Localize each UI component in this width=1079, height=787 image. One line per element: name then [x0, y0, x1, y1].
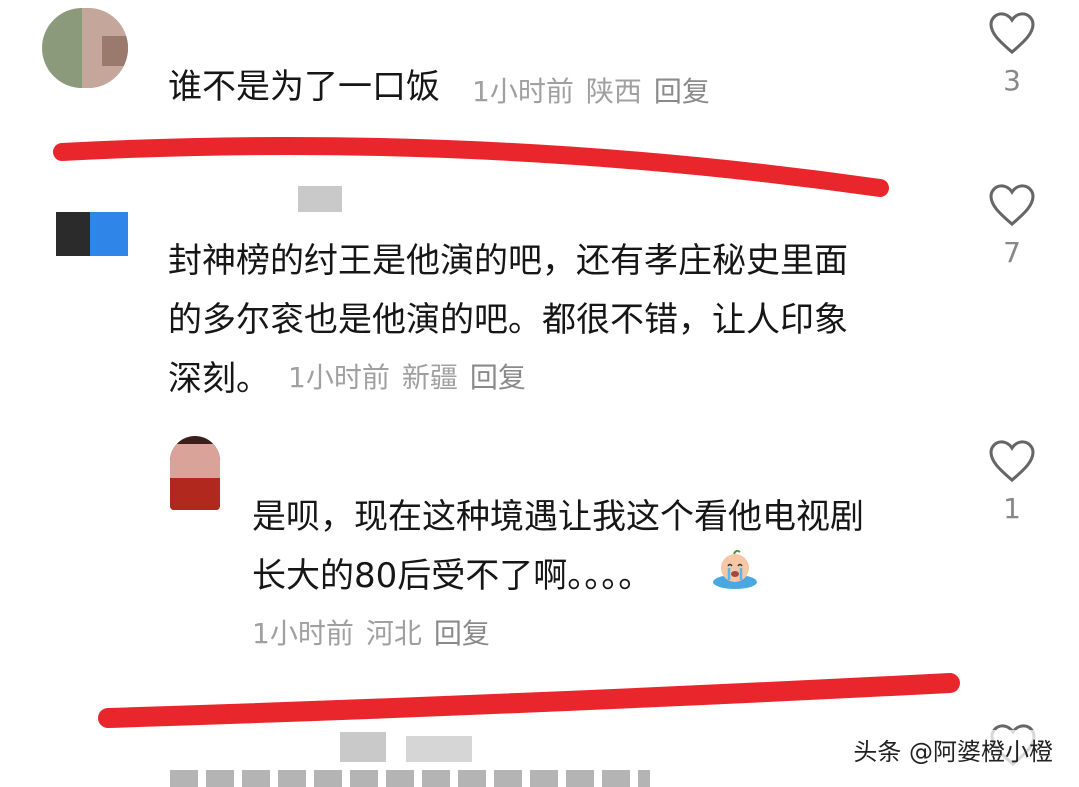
comment-time: 1小时前 [288, 361, 390, 394]
comment-location: 河北 [365, 617, 422, 650]
like-button[interactable]: 1 [982, 440, 1042, 525]
comment-meta: 1小时前 河北 回复 [252, 612, 502, 652]
like-count: 7 [1003, 236, 1021, 269]
cutoff-text [170, 770, 650, 787]
comment-text: 谁不是为了一口饭 [168, 67, 440, 107]
like-button[interactable]: 7 [982, 184, 1042, 269]
comment-text: 是呗，现在这种境遇让我这个看他电视剧 长大的80后受不了啊。。。。 [252, 497, 864, 596]
avatar[interactable] [170, 436, 220, 510]
username-blur [298, 186, 342, 212]
username-blur [406, 736, 472, 762]
like-count: 3 [1003, 64, 1021, 97]
reply-button[interactable]: 回复 [434, 617, 490, 650]
watermark: 头条 @阿婆橙小橙 [847, 730, 1059, 769]
like-count: 1 [1003, 492, 1021, 525]
comment-time: 1小时前 [472, 75, 574, 108]
comment-meta: 1小时前 新疆 回复 [288, 356, 538, 396]
like-button[interactable]: 3 [982, 12, 1042, 97]
heart-icon [989, 12, 1035, 54]
comment-time: 1小时前 [252, 617, 354, 650]
crying-emoji-icon [712, 548, 758, 590]
comment-meta: 1小时前 陕西 回复 [472, 70, 722, 110]
heart-icon [989, 184, 1035, 226]
heart-icon [989, 440, 1035, 482]
username-blur [340, 732, 386, 762]
comment-location: 新疆 [401, 361, 458, 394]
avatar[interactable] [56, 212, 128, 256]
reply-button[interactable]: 回复 [470, 361, 526, 394]
reply-button[interactable]: 回复 [654, 75, 710, 108]
avatar[interactable] [42, 8, 128, 88]
comment-location: 陕西 [585, 75, 642, 108]
